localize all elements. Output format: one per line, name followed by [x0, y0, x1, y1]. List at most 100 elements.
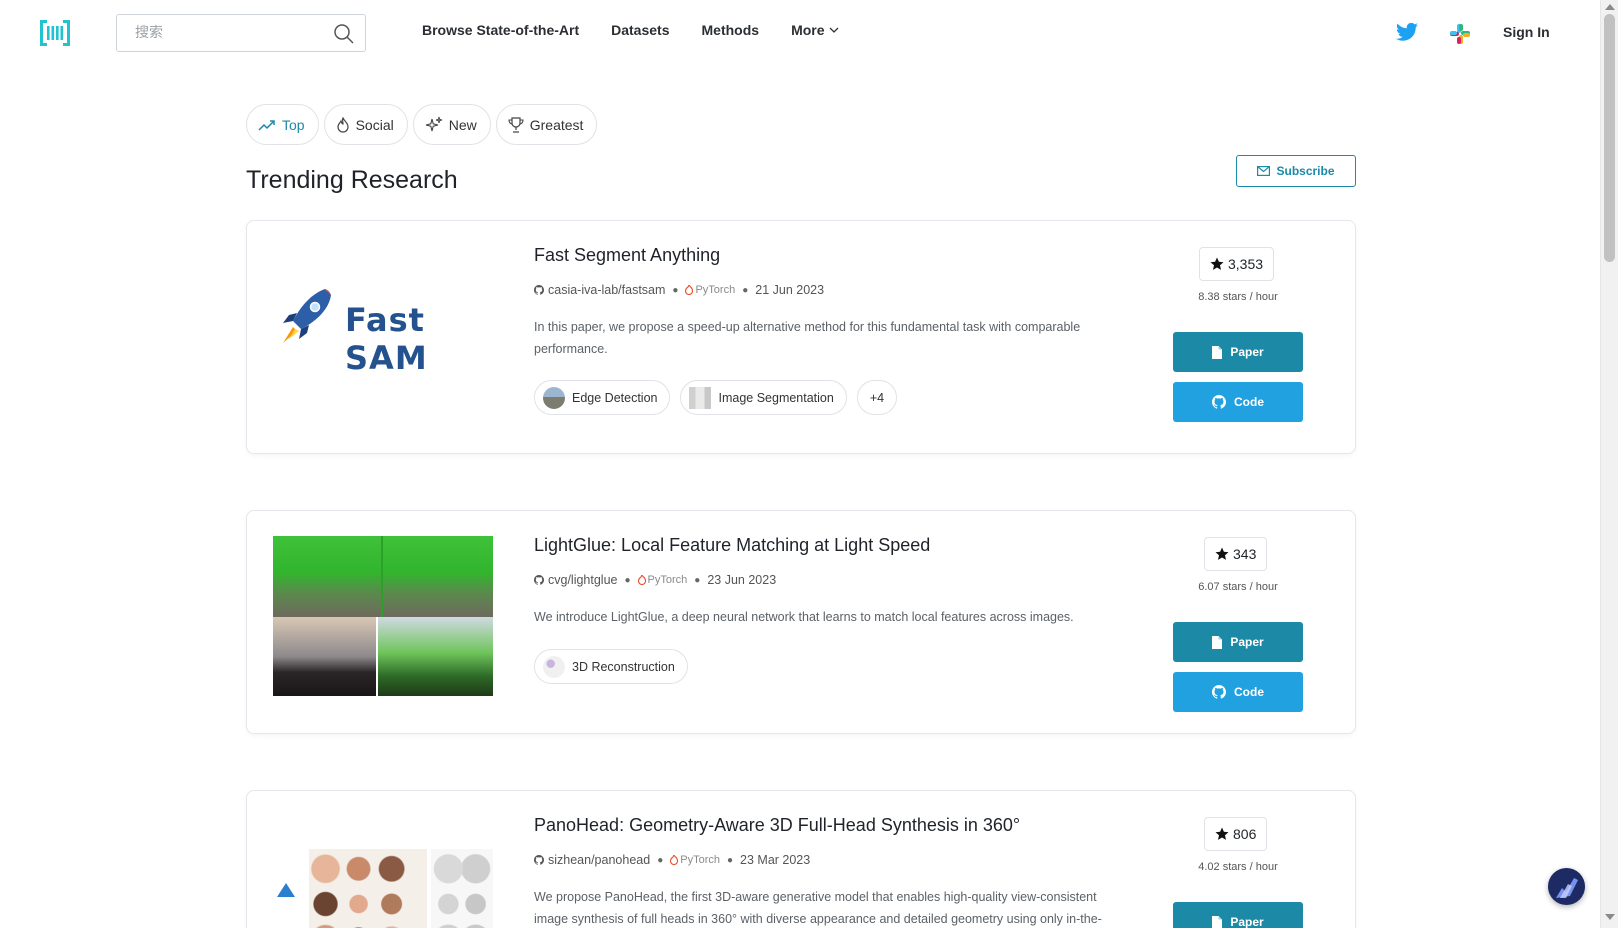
- separator-dot: ●: [694, 574, 701, 586]
- code-button-label: Code: [1234, 685, 1264, 699]
- paper-title[interactable]: Fast Segment Anything: [534, 245, 720, 266]
- star-icon: [1215, 827, 1229, 840]
- separator-dot: ●: [726, 854, 734, 866]
- nav-datasets[interactable]: Datasets: [611, 22, 669, 38]
- framework-label: PyTorch: [680, 854, 720, 866]
- scroll-down-arrow[interactable]: [1605, 914, 1615, 920]
- star-count: 3,353: [1228, 256, 1264, 272]
- thumbnail-diagram: [273, 869, 305, 928]
- task-chip-3d-reconstruction[interactable]: 3D Reconstruction: [534, 649, 688, 684]
- edge-detection-thumb-icon: [543, 386, 565, 409]
- thumbnail-divider: [381, 536, 383, 617]
- paper-title[interactable]: PanoHead: Geometry-Aware 3D Full-Head Sy…: [534, 815, 1020, 836]
- paper-meta: cvg/lightglue ● PyTorch ● 23 Jun 2023: [534, 573, 776, 587]
- stars-per-hour: 4.02 stars / hour: [1198, 861, 1278, 873]
- code-button[interactable]: Code: [1173, 382, 1303, 422]
- tab-social[interactable]: Social: [323, 104, 408, 145]
- framework-badge: PyTorch: [637, 574, 688, 586]
- flame-icon: [336, 116, 349, 133]
- task-chip-label: Edge Detection: [572, 390, 658, 405]
- repo-link[interactable]: casia-iva-lab/fastsam: [548, 283, 665, 297]
- trending-up-icon: [258, 119, 275, 131]
- subscribe-button[interactable]: Subscribe: [1236, 155, 1356, 187]
- pytorch-icon: [670, 855, 679, 865]
- paper-button[interactable]: Paper: [1173, 622, 1303, 662]
- twitter-icon[interactable]: [1396, 22, 1418, 42]
- paper-thumbnail[interactable]: Fast SAM: [273, 261, 493, 381]
- framework-badge: PyTorch: [670, 854, 720, 866]
- search-input[interactable]: [135, 24, 315, 40]
- paper-button[interactable]: Paper: [1173, 332, 1303, 372]
- paper-meta: sizhean/panohead ● PyTorch ● 23 Mar 2023: [534, 853, 810, 867]
- nav-methods[interactable]: Methods: [702, 22, 760, 38]
- top-navbar: Browse State-of-the-Art Datasets Methods…: [0, 0, 1618, 64]
- code-button[interactable]: Code: [1173, 672, 1303, 712]
- tab-greatest[interactable]: Greatest: [495, 104, 598, 145]
- paper-date: 23 Mar 2023: [740, 853, 811, 867]
- stars-per-hour: 8.38 stars / hour: [1198, 291, 1278, 303]
- thumbnail-panel: [378, 617, 493, 696]
- pytorch-icon: [637, 575, 646, 585]
- tab-social-label: Social: [355, 116, 394, 133]
- star-icon: [1215, 547, 1229, 560]
- thumbnail-panel: [273, 536, 493, 617]
- framework-label: PyTorch: [647, 574, 688, 586]
- thumbnail-mesh-grid: [431, 849, 493, 928]
- mail-icon: [1257, 166, 1271, 176]
- separator-dot: ●: [672, 284, 679, 296]
- star-count: 343: [1233, 546, 1257, 562]
- separator-dot: ●: [624, 574, 631, 586]
- chat-widget-icon: [1556, 878, 1578, 898]
- framework-label: PyTorch: [695, 284, 736, 296]
- image-segmentation-thumb-icon: [689, 386, 712, 409]
- tab-new-label: New: [448, 116, 477, 133]
- document-icon: [1212, 635, 1223, 649]
- chat-widget-button[interactable]: [1548, 868, 1585, 905]
- fastsam-logo-text: Fast SAM: [345, 301, 428, 377]
- task-chip-image-segmentation[interactable]: Image Segmentation: [680, 380, 847, 415]
- tab-top[interactable]: Top: [246, 104, 319, 145]
- paper-date: 23 Jun 2023: [707, 573, 777, 587]
- filter-tabs: Top Social New Greatest: [246, 104, 602, 145]
- paper-title[interactable]: LightGlue: Local Feature Matching at Lig…: [534, 535, 930, 556]
- star-count-badge: 806: [1204, 817, 1268, 851]
- document-icon: [1212, 345, 1223, 359]
- page-scrollbar[interactable]: [1600, 0, 1618, 928]
- task-chip-edge-detection[interactable]: Edge Detection: [534, 380, 671, 415]
- star-count-badge: 343: [1204, 537, 1268, 571]
- github-icon: [534, 575, 544, 585]
- scroll-up-arrow[interactable]: [1605, 4, 1615, 10]
- nav-browse-sota[interactable]: Browse State-of-the-Art: [422, 22, 579, 38]
- papers-with-code-logo[interactable]: [40, 20, 70, 46]
- task-chips: Edge Detection Image Segmentation +4: [534, 380, 907, 415]
- paper-thumbnail[interactable]: [273, 849, 493, 928]
- task-chip-label: 3D Reconstruction: [572, 659, 675, 674]
- paper-button[interactable]: Paper: [1173, 902, 1303, 928]
- separator-dot: ●: [742, 284, 749, 296]
- paper-thumbnail[interactable]: [273, 536, 493, 696]
- paper-meta: casia-iva-lab/fastsam ● PyTorch ● 21 Jun…: [534, 283, 824, 297]
- thumbnail-panel: [273, 617, 376, 696]
- github-icon: [1212, 685, 1226, 699]
- star-count: 806: [1233, 826, 1257, 842]
- repo-link[interactable]: cvg/lightglue: [548, 573, 618, 587]
- stars-per-hour: 6.07 stars / hour: [1198, 581, 1278, 593]
- sign-in-link[interactable]: Sign In: [1503, 24, 1550, 40]
- paper-button-label: Paper: [1230, 915, 1264, 928]
- search-icon[interactable]: [333, 23, 355, 45]
- subscribe-label: Subscribe: [1276, 164, 1335, 178]
- tab-greatest-label: Greatest: [529, 116, 584, 133]
- repo-link[interactable]: sizhean/panohead: [548, 853, 650, 867]
- scroll-thumb[interactable]: [1604, 14, 1615, 262]
- separator-dot: ●: [657, 854, 664, 866]
- tab-new[interactable]: New: [412, 104, 491, 145]
- search-box[interactable]: [116, 14, 366, 52]
- nav-more[interactable]: More: [791, 22, 838, 38]
- document-icon: [1212, 915, 1223, 928]
- nav-links: Browse State-of-the-Art Datasets Methods…: [422, 22, 871, 38]
- more-tasks-chip[interactable]: +4: [856, 380, 898, 415]
- pytorch-icon: [685, 285, 694, 295]
- chevron-down-icon: [829, 27, 838, 33]
- paper-card: LightGlue: Local Feature Matching at Lig…: [246, 510, 1356, 734]
- slack-icon[interactable]: [1449, 23, 1471, 45]
